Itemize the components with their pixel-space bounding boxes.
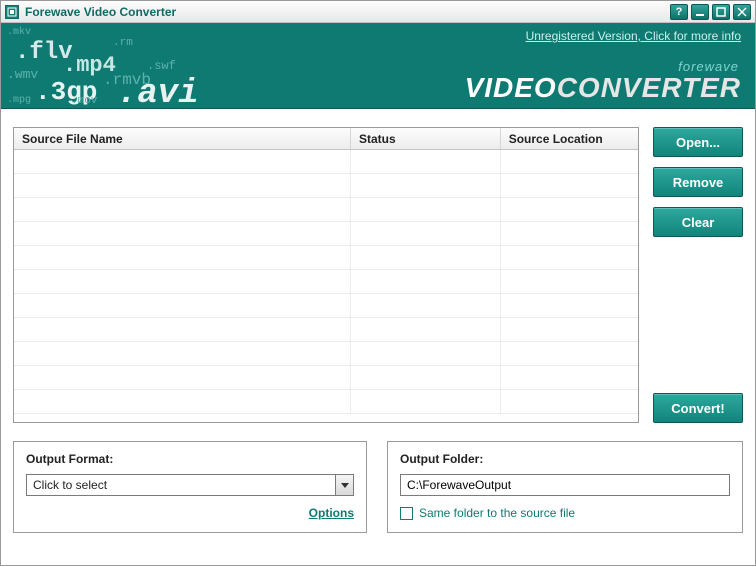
- table-row: [14, 270, 638, 294]
- table-row: [14, 222, 638, 246]
- header-banner: .mkv .flv .rm .wmv .mp4 .swf .3gp .rmvb …: [1, 23, 755, 109]
- table-row: [14, 246, 638, 270]
- same-folder-checkbox[interactable]: [400, 507, 413, 520]
- remove-button[interactable]: Remove: [653, 167, 743, 197]
- table-row: [14, 366, 638, 390]
- output-folder-label: Output Folder:: [400, 452, 730, 466]
- convert-button[interactable]: Convert!: [653, 393, 743, 423]
- output-format-selected: Click to select: [27, 478, 335, 492]
- file-table: Source File Name Status Source Location: [13, 127, 639, 423]
- output-format-label: Output Format:: [26, 452, 354, 466]
- output-format-select[interactable]: Click to select: [26, 474, 354, 496]
- table-row: [14, 150, 638, 174]
- options-link[interactable]: Options: [309, 506, 354, 520]
- col-header-name[interactable]: Source File Name: [14, 128, 351, 149]
- same-folder-label: Same folder to the source file: [419, 506, 575, 520]
- app-icon: [5, 5, 19, 19]
- maximize-button[interactable]: [712, 4, 730, 20]
- table-row: [14, 294, 638, 318]
- help-button[interactable]: ?: [670, 4, 688, 20]
- table-header-row: Source File Name Status Source Location: [14, 128, 638, 150]
- window-titlebar: Forewave Video Converter ?: [1, 1, 755, 23]
- brand-logo: forewave VIDEOCONVERTER: [465, 59, 741, 102]
- output-format-panel: Output Format: Click to select Options: [13, 441, 367, 533]
- unregistered-link[interactable]: Unregistered Version, Click for more inf…: [526, 29, 741, 43]
- col-header-location[interactable]: Source Location: [501, 128, 638, 149]
- banner-formats-art: .mkv .flv .rm .wmv .mp4 .swf .3gp .rmvb …: [1, 23, 261, 108]
- output-folder-panel: Output Folder: Same folder to the source…: [387, 441, 743, 533]
- col-header-status[interactable]: Status: [351, 128, 501, 149]
- table-body: [14, 150, 638, 414]
- dropdown-icon: [335, 475, 353, 495]
- table-row: [14, 174, 638, 198]
- close-button[interactable]: [733, 4, 751, 20]
- window-title: Forewave Video Converter: [25, 5, 176, 19]
- clear-button[interactable]: Clear: [653, 207, 743, 237]
- brand-big-1: VIDEO: [465, 72, 557, 103]
- brand-big-2: CONVERTER: [557, 72, 741, 103]
- output-folder-input[interactable]: [400, 474, 730, 496]
- table-row: [14, 342, 638, 366]
- open-button[interactable]: Open...: [653, 127, 743, 157]
- table-row: [14, 198, 638, 222]
- table-row: [14, 318, 638, 342]
- table-row: [14, 390, 638, 414]
- minimize-button[interactable]: [691, 4, 709, 20]
